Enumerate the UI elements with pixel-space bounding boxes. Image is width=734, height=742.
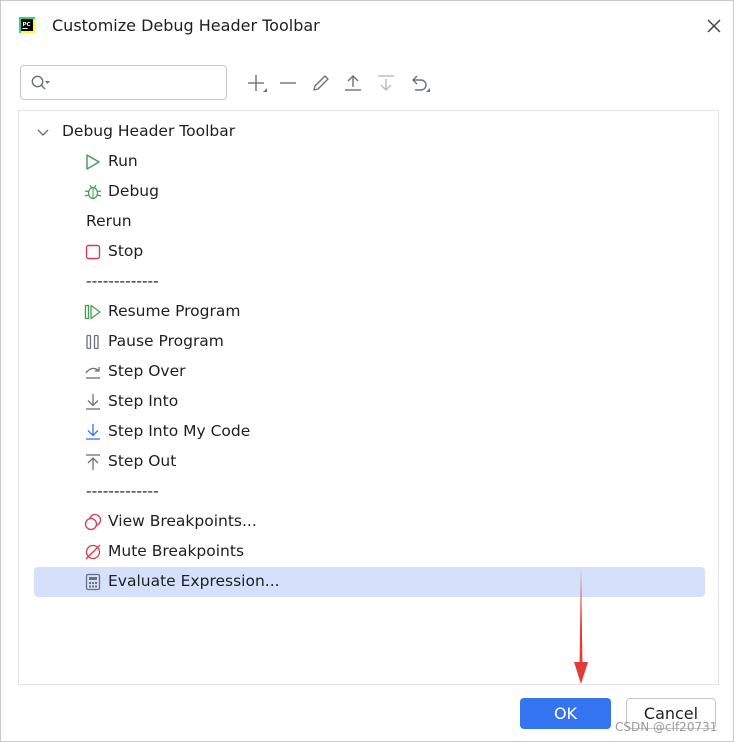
remove-icon[interactable] bbox=[276, 71, 300, 95]
tree-item-label: Stop bbox=[108, 242, 144, 260]
tree-item-step-into[interactable]: Step Into bbox=[34, 387, 705, 417]
tree-item-step-over[interactable]: Step Over bbox=[34, 357, 705, 387]
tree-item-label: Mute Breakpoints bbox=[108, 542, 245, 560]
step-out-icon bbox=[84, 453, 102, 471]
tree-item-debug[interactable]: Debug bbox=[34, 177, 705, 207]
tree-item-rerun[interactable]: Rerun bbox=[34, 207, 705, 237]
tree-root-node[interactable]: Debug Header Toolbar bbox=[19, 117, 718, 147]
dialog-window: PC Customize Debug Header Toolbar Debug … bbox=[0, 0, 734, 742]
pause-icon bbox=[84, 333, 102, 351]
ok-button[interactable]: OK bbox=[520, 698, 611, 729]
title-bar: PC Customize Debug Header Toolbar bbox=[1, 1, 733, 51]
tree-item-label: Step Into bbox=[108, 392, 179, 410]
tree-item-separator[interactable]: ------------- bbox=[34, 267, 705, 297]
tree-root-label: Debug Header Toolbar bbox=[62, 122, 236, 140]
tree-item-view-breakpoints[interactable]: View Breakpoints... bbox=[34, 507, 705, 537]
step-over-icon bbox=[84, 363, 102, 381]
tree-item-label: Rerun bbox=[86, 212, 132, 230]
separator-label: ------------- bbox=[86, 272, 159, 290]
watermark: CSDN @clf20731 bbox=[615, 720, 718, 734]
tree-item-label: Evaluate Expression... bbox=[108, 572, 280, 590]
run-icon bbox=[84, 153, 102, 171]
tree-item-label: Debug bbox=[108, 182, 159, 200]
close-icon[interactable] bbox=[704, 16, 724, 36]
step-into-my-code-icon bbox=[84, 423, 102, 441]
view-breakpoints-icon bbox=[84, 513, 102, 531]
tree-item-label: View Breakpoints... bbox=[108, 512, 257, 530]
dialog-title: Customize Debug Header Toolbar bbox=[52, 16, 320, 35]
tree-item-label: Step Over bbox=[108, 362, 186, 380]
tree-item-mute-breakpoints[interactable]: Mute Breakpoints bbox=[34, 537, 705, 567]
pycharm-logo-icon: PC bbox=[17, 15, 37, 35]
svg-text:PC: PC bbox=[23, 22, 31, 28]
edit-icon[interactable] bbox=[309, 71, 333, 95]
separator-label: ------------- bbox=[86, 482, 159, 500]
tree-item-label: Resume Program bbox=[108, 302, 241, 320]
calculator-icon bbox=[84, 573, 102, 591]
search-input[interactable] bbox=[57, 71, 217, 95]
search-icon bbox=[30, 74, 52, 92]
tree-item-label: Step Out bbox=[108, 452, 177, 470]
tree-item-label: Step Into My Code bbox=[108, 422, 251, 440]
tree-item-separator[interactable]: ------------- bbox=[34, 477, 705, 507]
tree-item-label: Pause Program bbox=[108, 332, 224, 350]
action-tree: Debug Header Toolbar Run Debug Rerun Sto… bbox=[18, 110, 719, 685]
tree-item-stop[interactable]: Stop bbox=[34, 237, 705, 267]
resume-icon bbox=[84, 303, 102, 321]
debug-icon bbox=[84, 183, 102, 201]
step-into-icon bbox=[84, 393, 102, 411]
tree-item-resume-program[interactable]: Resume Program bbox=[34, 297, 705, 327]
restore-icon[interactable] bbox=[407, 71, 431, 95]
tree-item-step-into-my-code[interactable]: Step Into My Code bbox=[34, 417, 705, 447]
tree-item-label: Run bbox=[108, 152, 138, 170]
stop-icon bbox=[84, 243, 102, 261]
tree-item-step-out[interactable]: Step Out bbox=[34, 447, 705, 477]
move-down-icon[interactable] bbox=[374, 71, 398, 95]
mute-breakpoints-icon bbox=[84, 543, 102, 561]
search-field[interactable] bbox=[20, 65, 227, 100]
tree-item-evaluate-expression[interactable]: Evaluate Expression... bbox=[34, 567, 705, 597]
chevron-down-icon[interactable] bbox=[36, 125, 50, 139]
tree-item-run[interactable]: Run bbox=[34, 147, 705, 177]
tree-item-pause-program[interactable]: Pause Program bbox=[34, 327, 705, 357]
move-up-icon[interactable] bbox=[341, 71, 365, 95]
add-icon[interactable] bbox=[244, 71, 268, 95]
